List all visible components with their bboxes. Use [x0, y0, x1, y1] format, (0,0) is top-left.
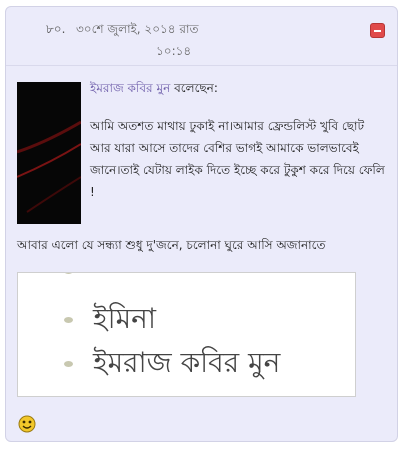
quote-author-link[interactable]: ইমরাজ কবির মুন — [90, 81, 170, 95]
quote-body: আমি অতশত মাথায় ঢুকাই না।আমার ফ্রেন্ডলিস… — [90, 115, 388, 203]
close-icon[interactable] — [370, 23, 385, 38]
comment-card: ৮০. ৩০শে জুলাই, ২০১৪ রাত ১০:১৪ ইমরাজ কবি… — [5, 6, 398, 442]
image-list-item: ইমিনা — [64, 297, 156, 344]
quote-line: আর যারা আসে তাদের বেশির ভাগই আমাকে ভালভা… — [90, 141, 359, 155]
bullet-icon — [64, 273, 73, 274]
quote-line: জানে।তাই যেটায় লাইক দিতে ইচ্ছে করে টুকু… — [90, 163, 385, 177]
bullet-icon — [64, 361, 73, 367]
quote-said-label: বলেছেন: — [174, 81, 218, 95]
comment-timestamp-date: ৩০শে জুলাই, ২০১৪ রাত — [76, 22, 199, 36]
avatar[interactable] — [17, 82, 81, 224]
comment-header: ৮০. ৩০শে জুলাই, ২০১৪ রাত ১০:১৪ — [6, 7, 397, 66]
quote-line: ! — [90, 185, 95, 199]
quote-author-line: ইমরাজ কবির মুন বলেছেন: — [90, 80, 218, 100]
avatar-image — [17, 82, 81, 224]
comment-timestamp-time: ১০:১৪ — [156, 44, 192, 58]
bullet-icon — [64, 317, 73, 323]
comment-number: ৮০. — [46, 22, 66, 36]
image-partial-row-top — [64, 273, 93, 286]
quote-line: আমি অতশত মাথায় ঢুকাই না।আমার ফ্রেন্ডলিস… — [90, 119, 365, 133]
comment-text: আবার এলো যে সন্ধ্যা শুধু দু'জনে, চলোনা ঘ… — [17, 238, 326, 252]
image-list-item: ইমরাজ কবির মুন — [64, 341, 280, 388]
attached-image[interactable]: ইমিনা ইমরাজ কবির মুন — [17, 272, 356, 397]
image-partial-row-bottom — [64, 385, 93, 396]
smiley-icon — [18, 415, 36, 433]
